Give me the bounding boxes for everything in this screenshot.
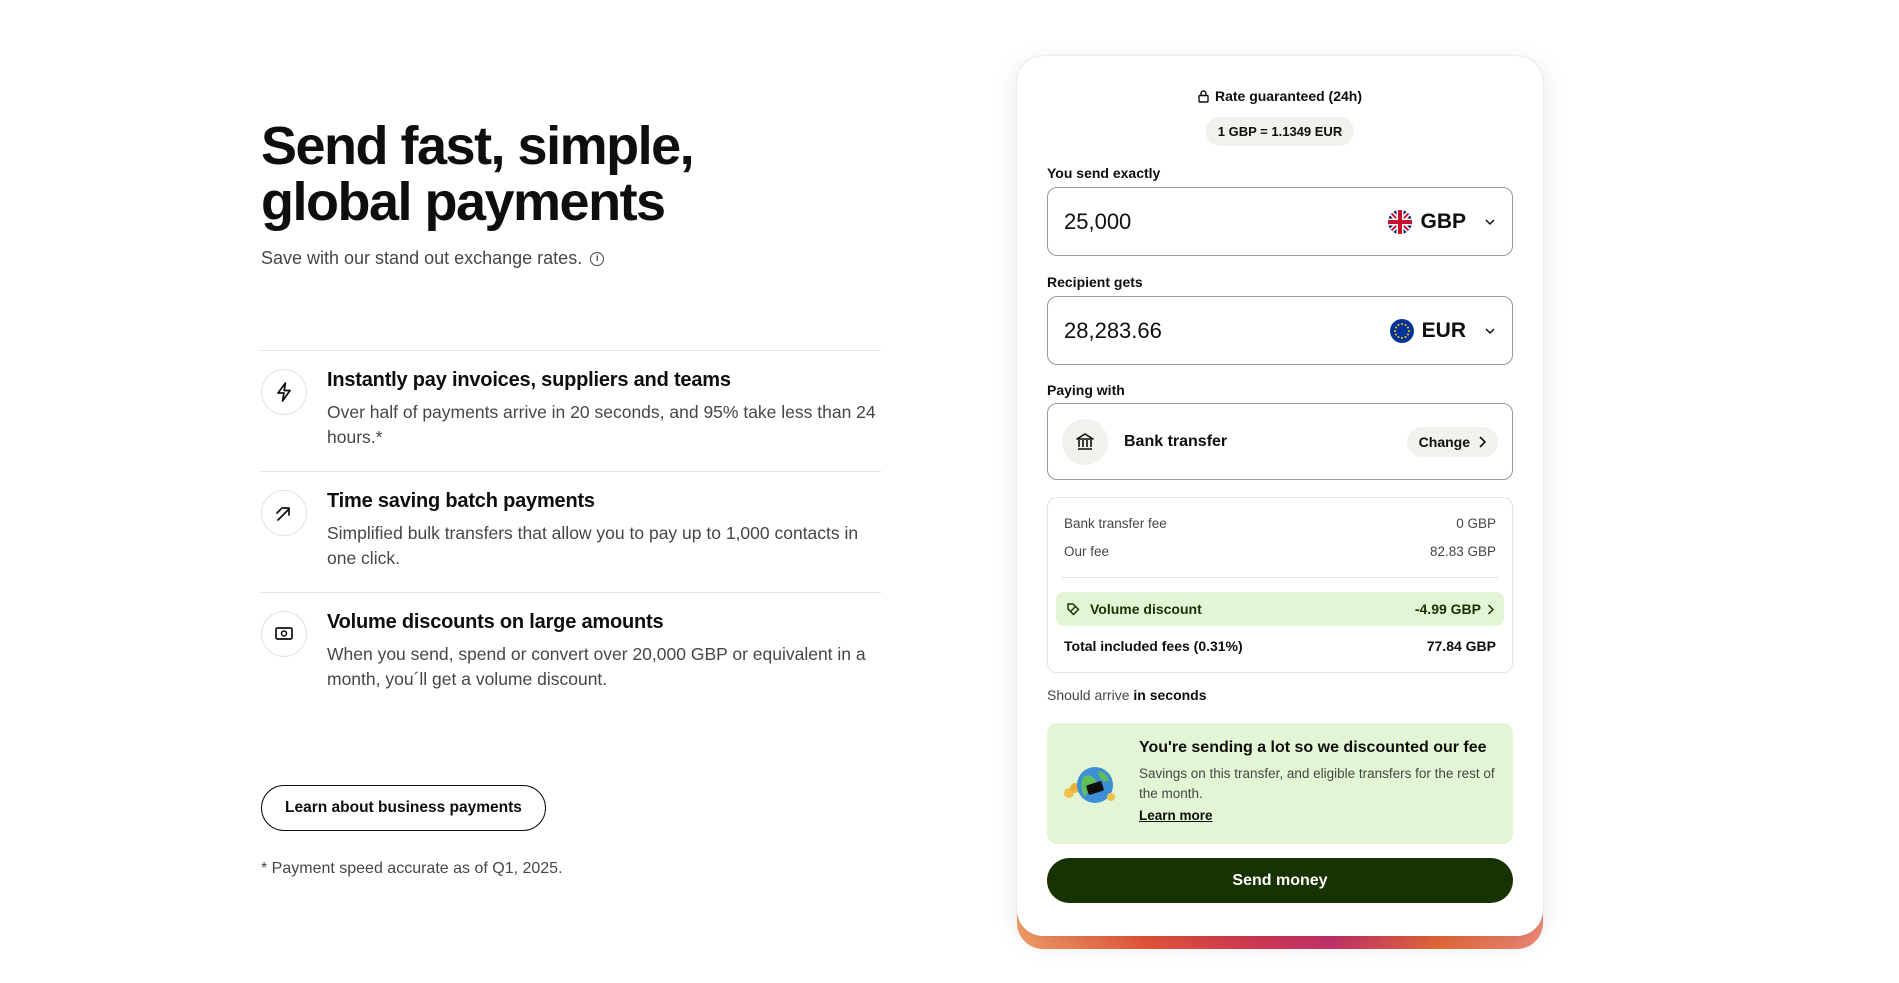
receive-label: Recipient gets: [1047, 274, 1143, 290]
lightning-icon: [261, 369, 307, 415]
arrival-time: in seconds: [1133, 687, 1207, 703]
feature-list: Instantly pay invoices, suppliers and te…: [261, 350, 881, 713]
fee-divider: [1062, 577, 1498, 578]
footnote: * Payment speed accurate as of Q1, 2025.: [261, 860, 563, 877]
feature-item: Volume discounts on large amounts When y…: [261, 592, 881, 713]
volume-discount-label: Volume discount: [1090, 601, 1202, 617]
feature-item: Instantly pay invoices, suppliers and te…: [261, 350, 881, 471]
fee-breakdown: Bank transfer fee 0 GBP Our fee 82.83 GB…: [1047, 497, 1513, 673]
hero-title: Send fast, simple, global payments: [261, 116, 695, 232]
total-fees-label: Total included fees (0.31%): [1064, 638, 1243, 654]
marketing-column: Send fast, simple, global payments Save …: [261, 116, 881, 877]
send-amount-input[interactable]: 25,000: [1064, 209, 1388, 235]
payment-method-field: Bank transfer Change: [1047, 403, 1513, 480]
feature-description: Over half of payments arrive in 20 secon…: [327, 402, 876, 447]
change-payment-button[interactable]: Change: [1406, 426, 1498, 457]
promo-description: Savings on this transfer, and eligible t…: [1139, 766, 1495, 801]
chevron-down-icon: [1485, 327, 1495, 334]
transfer-calculator: Rate guaranteed (24h) 1 GBP = 1.1349 EUR…: [1017, 56, 1543, 936]
send-amount-field[interactable]: 25,000 GBP: [1047, 187, 1513, 256]
payment-method-name: Bank transfer: [1124, 432, 1228, 450]
info-icon[interactable]: i: [590, 251, 605, 266]
exchange-rate-pill[interactable]: 1 GBP = 1.1349 EUR: [1205, 117, 1355, 146]
arrival-prefix: Should arrive: [1047, 687, 1130, 703]
discount-promo: You're sending a lot so we discounted ou…: [1047, 723, 1513, 844]
cash-icon: [261, 611, 307, 657]
feature-description: Simplified bulk transfers that allow you…: [327, 523, 859, 568]
receive-amount-input[interactable]: 28,283.66: [1064, 318, 1390, 344]
bank-fee-value: 0 GBP: [1456, 516, 1496, 531]
bank-fee-label: Bank transfer fee: [1064, 516, 1167, 531]
eu-flag-icon: [1389, 318, 1414, 343]
feature-description: When you send, spend or convert over 20,…: [327, 644, 866, 689]
volume-discount-row[interactable]: Volume discount -4.99 GBP: [1056, 592, 1504, 626]
receive-currency-select[interactable]: EUR: [1389, 318, 1496, 343]
globe-coins-icon: [1064, 767, 1115, 803]
receive-currency-code: EUR: [1421, 318, 1466, 342]
volume-discount-value: -4.99 GBP: [1414, 601, 1481, 617]
arrival-estimate: Should arrive in seconds: [1047, 687, 1207, 703]
lock-icon: [1198, 89, 1209, 103]
hero-subtitle-text: Save with our stand out exchange rates.: [261, 248, 583, 268]
learn-business-payments-button[interactable]: Learn about business payments: [261, 785, 546, 831]
hero-subtitle: Save with our stand out exchange rates. …: [261, 248, 881, 269]
our-fee-value: 82.83 GBP: [1429, 544, 1496, 559]
rate-guarantee: Rate guaranteed (24h): [1017, 88, 1543, 104]
promo-learn-more-link[interactable]: Learn more: [1139, 808, 1213, 823]
feature-title: Instantly pay invoices, suppliers and te…: [327, 369, 731, 391]
send-label: You send exactly: [1047, 165, 1161, 181]
receive-amount-field[interactable]: 28,283.66 EUR: [1047, 296, 1513, 365]
chevron-right-icon: [1487, 603, 1494, 615]
bank-icon: [1062, 418, 1108, 465]
chevron-down-icon: [1485, 218, 1495, 225]
our-fee-label: Our fee: [1064, 544, 1110, 559]
our-fee-row: Our fee 82.83 GBP: [1064, 544, 1496, 559]
discount-tag-icon: [1067, 603, 1080, 616]
feature-title: Volume discounts on large amounts: [327, 611, 664, 633]
uk-flag-icon: [1388, 209, 1413, 234]
bank-fee-row: Bank transfer fee 0 GBP: [1064, 516, 1496, 531]
send-currency-code: GBP: [1420, 209, 1466, 233]
promo-title: You're sending a lot so we discounted ou…: [1139, 739, 1487, 756]
send-currency-select[interactable]: GBP: [1388, 209, 1496, 234]
total-fees-value: 77.84 GBP: [1426, 638, 1496, 654]
total-fees-row: Total included fees (0.31%) 77.84 GBP: [1064, 638, 1496, 654]
chevron-right-icon: [1479, 435, 1486, 448]
batch-arrow-icon: [261, 490, 307, 536]
rate-guarantee-text: Rate guaranteed (24h): [1214, 88, 1363, 104]
paying-with-label: Paying with: [1047, 382, 1125, 398]
feature-item: Time saving batch payments Simplified bu…: [261, 471, 881, 592]
feature-title: Time saving batch payments: [327, 490, 595, 512]
send-money-button[interactable]: Send money: [1047, 858, 1513, 903]
change-label: Change: [1418, 433, 1470, 450]
